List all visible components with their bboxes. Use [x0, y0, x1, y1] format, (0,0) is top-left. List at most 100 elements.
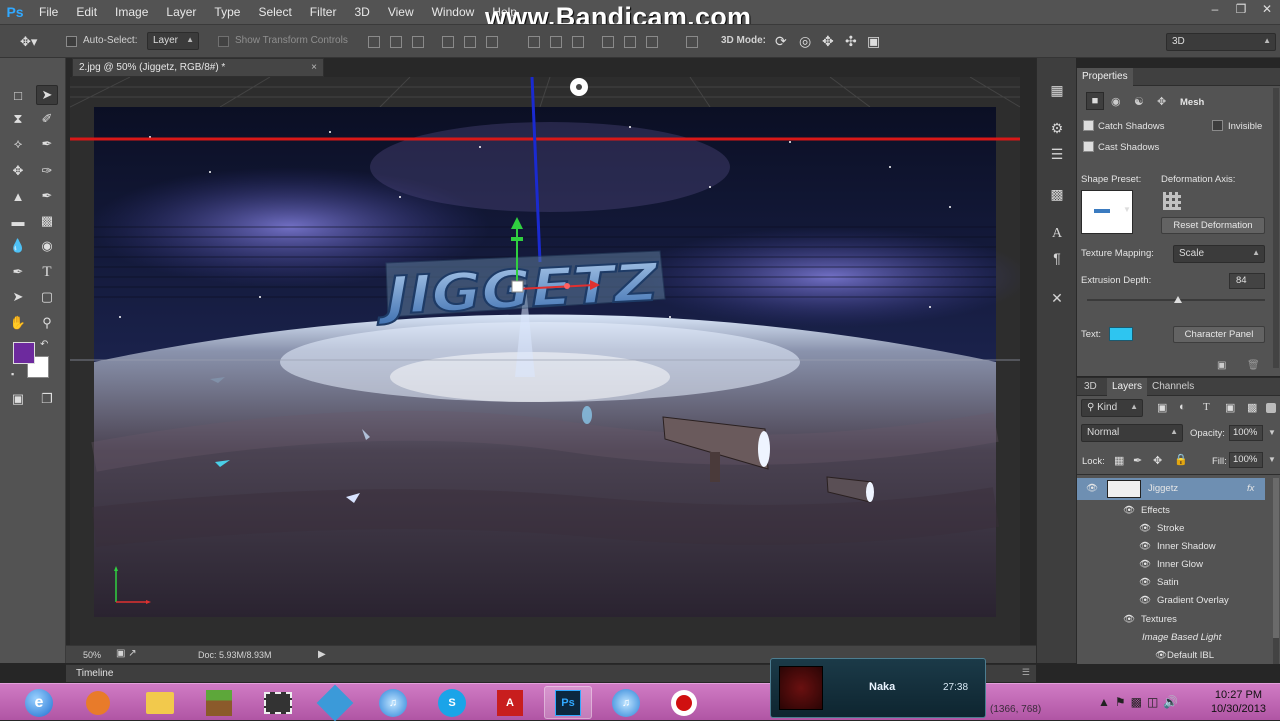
restore-icon[interactable]: ❐ [1234, 2, 1248, 16]
default-ibl-eye-icon[interactable]: 👁 [1155, 647, 1167, 665]
effect-row-inner-glow[interactable]: 👁 Inner Glow [1077, 556, 1273, 574]
taskbar-editor[interactable] [311, 684, 359, 721]
3d-scale-icon[interactable]: ▣ [867, 33, 880, 50]
document-tab[interactable]: 2.jpg @ 50% (Jiggetz, RGB/8#) * × [72, 58, 324, 77]
stroke-eye-icon[interactable]: 👁 [1139, 520, 1151, 538]
hand-tool-icon[interactable]: ✋ [7, 313, 29, 333]
distribute-bottom-icon[interactable] [572, 36, 584, 48]
deform-filter-icon[interactable]: ◉ [1111, 95, 1121, 108]
taskbar-acrobat[interactable]: A [486, 686, 534, 719]
auto-select-checkbox[interactable] [66, 36, 77, 47]
fill-caret-icon[interactable]: ▼ [1268, 455, 1276, 464]
taskbar-skype[interactable]: S [428, 686, 476, 719]
menu-window[interactable]: Window [423, 0, 484, 24]
menu-type[interactable]: Type [205, 0, 249, 24]
satin-eye-icon[interactable]: 👁 [1139, 574, 1151, 592]
media-popup[interactable]: Naka 27:38 [770, 658, 986, 718]
inner-glow-eye-icon[interactable]: 👁 [1139, 556, 1151, 574]
menu-filter[interactable]: Filter [301, 0, 346, 24]
menu-select[interactable]: Select [249, 0, 300, 24]
filter-shape-icon[interactable]: ▣ [1225, 401, 1235, 414]
distribute-left-icon[interactable] [602, 36, 614, 48]
opacity-caret-icon[interactable]: ▼ [1268, 428, 1276, 437]
3d-rotate-icon[interactable]: ⟳ [775, 33, 787, 50]
canvas[interactable]: JIGGETZ [70, 77, 1020, 645]
gradient-overlay-eye-icon[interactable]: 👁 [1139, 592, 1151, 610]
auto-align-icon[interactable] [686, 36, 698, 48]
paragraph-panel-icon[interactable]: ¶ [1047, 248, 1067, 268]
effect-row-inner-shadow[interactable]: 👁 Inner Shadow [1077, 538, 1273, 556]
align-top-icon[interactable] [368, 36, 380, 48]
marquee-tool-icon[interactable]: □ [7, 85, 29, 105]
menu-3d[interactable]: 3D [345, 0, 378, 24]
effect-row-gradient-overlay[interactable]: 👁 Gradient Overlay [1077, 592, 1273, 610]
taskbar-minecraft[interactable] [195, 686, 243, 719]
3d-slide-icon[interactable]: ✣ [845, 33, 857, 50]
deformation-axis-grid-icon[interactable] [1163, 192, 1181, 210]
cap-filter-icon[interactable]: ☯ [1134, 95, 1144, 108]
taskbar-itunes-2[interactable]: ♫ [602, 686, 650, 719]
effect-row-stroke[interactable]: 👁 Stroke [1077, 520, 1273, 538]
rectangle-tool-icon[interactable]: ▢ [36, 287, 58, 307]
tab-channels[interactable]: Channels [1147, 378, 1199, 396]
lock-image-icon[interactable]: ✒ [1133, 454, 1142, 467]
distribute-vcenter-icon[interactable] [550, 36, 562, 48]
distribute-top-icon[interactable] [528, 36, 540, 48]
distribute-hcenter-icon[interactable] [624, 36, 636, 48]
filter-smart-object-icon[interactable]: ▩ [1247, 401, 1257, 414]
invisible-checkbox[interactable] [1212, 120, 1223, 131]
character-panel-button[interactable]: Character Panel [1173, 326, 1265, 343]
close-icon[interactable]: ✕ [1260, 2, 1274, 16]
tab-properties[interactable]: Properties [1077, 68, 1133, 86]
texture-mapping-dropdown[interactable]: Scale ▲ [1173, 245, 1265, 263]
textures-eye-icon[interactable]: 👁 [1123, 611, 1135, 629]
text-color-swatch[interactable] [1109, 327, 1133, 341]
history-brush-tool-icon[interactable]: ✒ [36, 186, 58, 206]
zoom-level[interactable]: 50% [83, 650, 101, 660]
3d-roll-icon[interactable]: ◎ [799, 33, 811, 50]
effect-row-satin[interactable]: 👁 Satin [1077, 574, 1273, 592]
mesh-filter-icon[interactable]: ■ [1086, 92, 1104, 110]
zoom-tool-icon[interactable]: ⚲ [36, 313, 58, 333]
crop-tool-icon[interactable]: ⟡ [7, 134, 29, 154]
filter-toggle[interactable] [1266, 403, 1276, 413]
adjustments-panel-icon[interactable]: ☰ [1047, 144, 1067, 164]
align-left-icon[interactable] [442, 36, 454, 48]
show-transform-checkbox[interactable] [218, 36, 229, 47]
path-selection-tool-icon[interactable]: ➤ [7, 287, 29, 307]
move-tool-icon[interactable]: ✥▾ [20, 34, 37, 50]
healing-brush-tool-icon[interactable]: ✥ [7, 161, 29, 181]
visibility-eye-icon[interactable]: 👁 [1086, 480, 1098, 498]
tray-clock[interactable]: 10:27 PM 10/30/2013 [1211, 688, 1266, 716]
lock-position-icon[interactable]: ✥ [1153, 454, 1162, 467]
filter-type-icon[interactable]: T [1203, 401, 1210, 413]
quick-mask-icon[interactable]: ▣ [7, 389, 29, 409]
actions-panel-icon[interactable]: ⚙ [1047, 118, 1067, 138]
brush-presets-panel-icon[interactable]: ▩ [1047, 184, 1067, 204]
textures-row[interactable]: 👁 Textures [1077, 611, 1273, 629]
layers-scrollbar[interactable] [1273, 478, 1279, 664]
dodge-tool-icon[interactable]: ◉ [36, 236, 58, 256]
align-vcenter-icon[interactable] [390, 36, 402, 48]
layers-scrollbar-thumb[interactable] [1273, 478, 1279, 638]
menu-edit[interactable]: Edit [67, 0, 106, 24]
menu-view[interactable]: View [379, 0, 423, 24]
extrusion-depth-input[interactable]: 84 [1229, 273, 1265, 289]
shape-preset-caret-icon[interactable]: ▼ [1123, 205, 1131, 214]
lasso-tool-icon[interactable]: ⧗ [7, 109, 29, 129]
filter-adjustment-icon[interactable]: ◐ [1179, 401, 1186, 413]
menu-image[interactable]: Image [106, 0, 157, 24]
layer-row-jiggetz[interactable]: 👁 Jiggetz fx [1077, 478, 1265, 500]
tools-preset-panel-icon[interactable]: ✕ [1047, 288, 1067, 308]
clone-stamp-tool-icon[interactable]: ▲ [7, 186, 29, 206]
tab-3d[interactable]: 3D [1079, 378, 1102, 396]
auto-select-dropdown[interactable]: Layer ▲ [147, 32, 199, 50]
screen-mode-icon[interactable]: ❐ [36, 389, 58, 409]
taskbar-explorer[interactable] [136, 686, 184, 719]
3d-drag-icon[interactable]: ✥ [822, 33, 834, 50]
opacity-input[interactable]: 100% [1229, 425, 1263, 441]
default-ibl-row[interactable]: 👁 Default IBL [1077, 647, 1273, 665]
taskbar-app-1[interactable] [74, 686, 122, 719]
minimize-icon[interactable]: – [1208, 2, 1222, 16]
coordinates-filter-icon[interactable]: ✥ [1157, 95, 1166, 108]
